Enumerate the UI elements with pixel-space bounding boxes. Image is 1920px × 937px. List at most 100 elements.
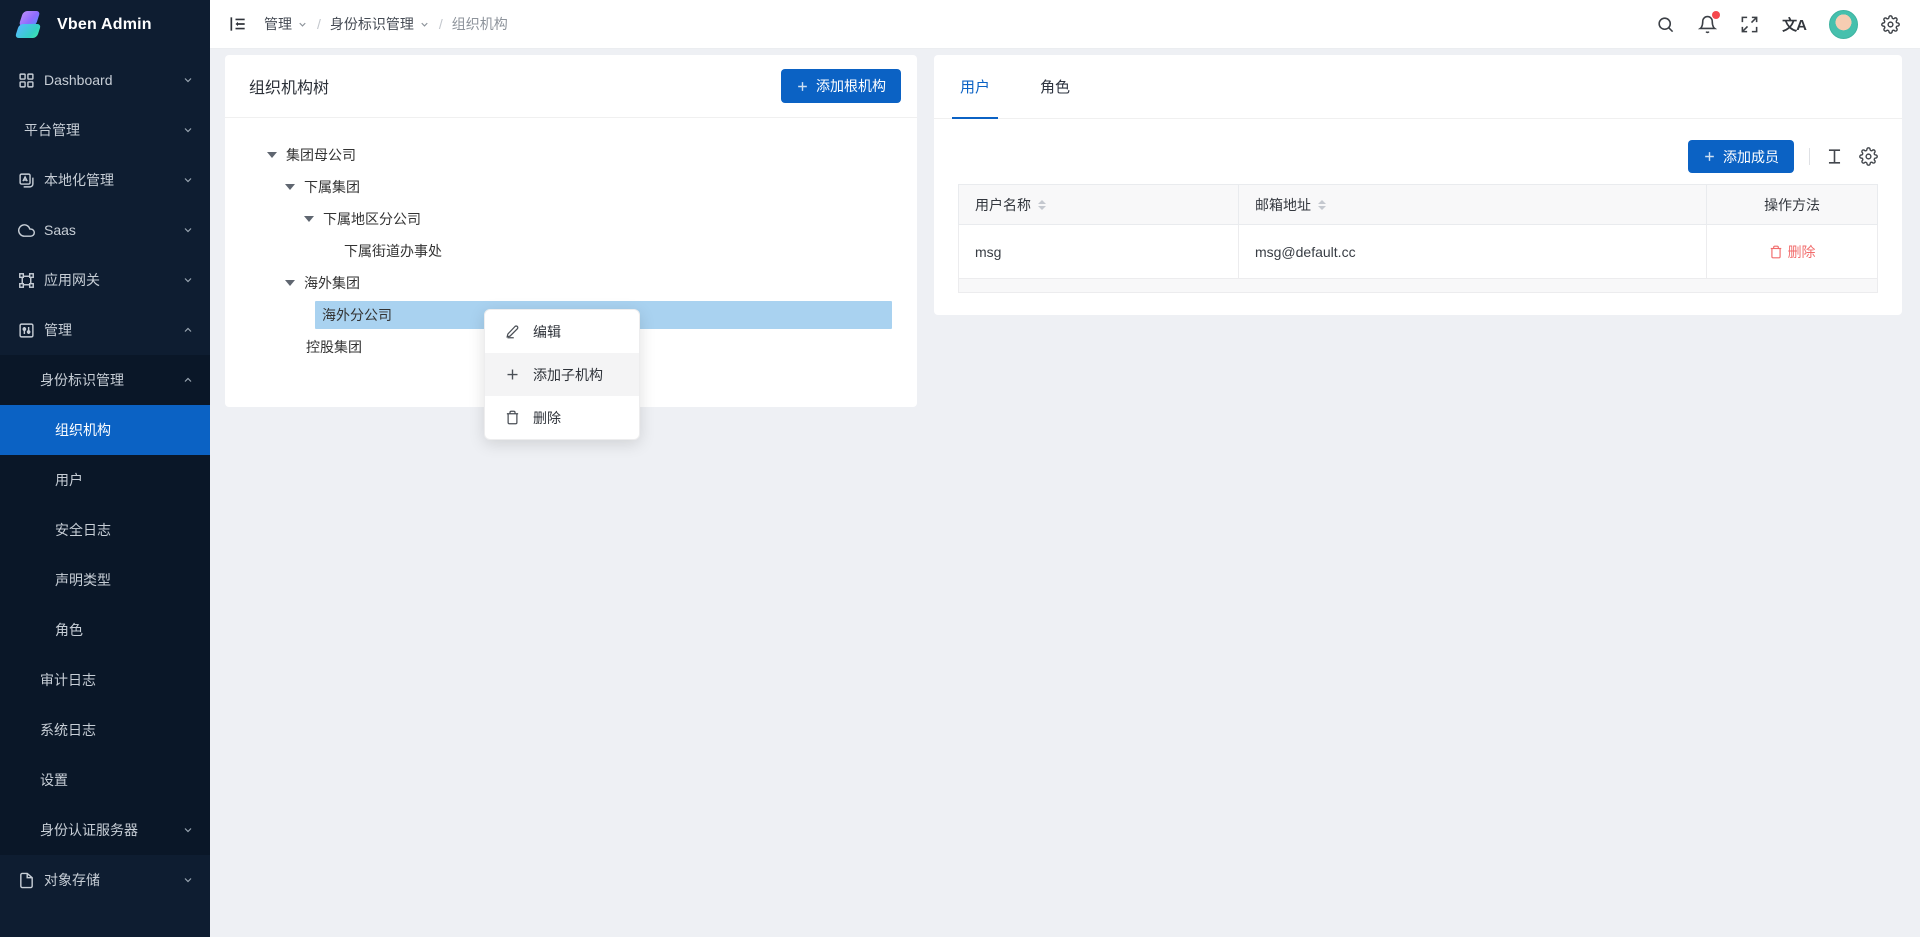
add-root-org-label: 添加根机构 <box>816 76 886 96</box>
chevron-down-icon <box>297 19 308 30</box>
locale-switch-icon[interactable]: 文A <box>1782 14 1806 35</box>
caret-down-icon[interactable] <box>267 152 277 158</box>
sidebar-item-dashboard[interactable]: Dashboard <box>0 55 210 105</box>
sidebar-item-security-log[interactable]: 安全日志 <box>0 505 210 555</box>
column-header-username[interactable]: 用户名称 <box>959 185 1239 224</box>
sidebar-collapse-icon[interactable] <box>228 14 248 34</box>
cloud-icon <box>18 222 35 239</box>
delete-member-label: 删除 <box>1788 242 1816 262</box>
chevron-down-icon <box>182 274 194 286</box>
tree-node-regional-branch[interactable]: 下属地区分公司 <box>225 203 917 235</box>
notification-dot <box>1712 11 1720 19</box>
sidebar-item-label: 审计日志 <box>40 670 96 690</box>
chevron-down-icon <box>182 224 194 236</box>
cell-actions: 删除 <box>1707 225 1877 278</box>
sidebar-item-app-gateway[interactable]: 应用网关 <box>0 255 210 305</box>
chevron-down-icon <box>182 174 194 186</box>
dashboard-grid-icon <box>18 72 35 89</box>
sidebar-item-claim-types[interactable]: 声明类型 <box>0 555 210 605</box>
chevron-down-icon <box>419 19 430 30</box>
chevron-down-icon <box>182 824 194 836</box>
top-header: 管理 / 身份标识管理 / 组织机构 文A <box>210 0 1920 49</box>
breadcrumb-label: 管理 <box>264 14 292 34</box>
sidebar-item-organization[interactable]: 组织机构 <box>0 405 210 455</box>
sidebar-item-label: 平台管理 <box>24 120 80 140</box>
chevron-down-icon <box>182 124 194 136</box>
tree-node-label: 下属集团 <box>304 177 360 197</box>
notification-button[interactable] <box>1698 15 1717 34</box>
tree-node-overseas-group[interactable]: 海外集团 <box>225 267 917 299</box>
breadcrumb-item-management[interactable]: 管理 <box>264 14 308 34</box>
tree-node-group-parent[interactable]: 集团母公司 <box>225 139 917 171</box>
pencil-icon <box>505 324 520 339</box>
tree-node-label: 下属街道办事处 <box>344 241 442 261</box>
delete-member-button[interactable]: 删除 <box>1769 242 1816 262</box>
sidebar-item-label: 安全日志 <box>55 520 111 540</box>
sidebar-item-settings[interactable]: 设置 <box>0 755 210 805</box>
trash-icon <box>505 410 520 425</box>
chevron-down-icon <box>182 74 194 86</box>
column-settings-gear-icon[interactable] <box>1859 147 1878 166</box>
sort-carets-icon[interactable] <box>1318 200 1326 210</box>
context-menu-add-child[interactable]: 添加子机构 <box>485 353 639 396</box>
sidebar-item-audit-log[interactable]: 审计日志 <box>0 655 210 705</box>
tree-node-sub-group[interactable]: 下属集团 <box>225 171 917 203</box>
column-header-actions: 操作方法 <box>1707 185 1877 224</box>
caret-down-icon[interactable] <box>285 184 295 190</box>
header-actions: 文A <box>1656 10 1906 39</box>
gateway-icon <box>18 272 35 289</box>
sidebar-item-label: Dashboard <box>44 72 113 88</box>
sidebar-item-label: 角色 <box>55 620 83 640</box>
sidebar-item-saas[interactable]: Saas <box>0 205 210 255</box>
tab-users[interactable]: 用户 <box>958 55 992 118</box>
sidebar-item-users[interactable]: 用户 <box>0 455 210 505</box>
sidebar-item-label: 用户 <box>55 470 83 490</box>
members-tabs: 用户 角色 <box>934 55 1902 119</box>
breadcrumb-separator: / <box>317 16 321 32</box>
breadcrumb-item-identity-mgmt[interactable]: 身份标识管理 <box>330 14 430 34</box>
column-header-label: 用户名称 <box>975 195 1031 215</box>
sidebar-item-label: 组织机构 <box>55 420 111 440</box>
gear-icon[interactable] <box>1881 15 1900 34</box>
members-panel: 用户 角色 添加成员 用户名称 邮箱地址 操作方法 msg msg <box>934 55 1902 315</box>
chevron-up-icon <box>182 324 194 336</box>
breadcrumb: 管理 / 身份标识管理 / 组织机构 <box>264 14 508 34</box>
context-menu-label: 删除 <box>533 408 561 428</box>
add-member-button[interactable]: 添加成员 <box>1688 140 1794 173</box>
plus-icon <box>796 80 809 93</box>
breadcrumb-label: 身份标识管理 <box>330 14 414 34</box>
fullscreen-icon[interactable] <box>1740 15 1759 34</box>
sort-carets-icon[interactable] <box>1038 200 1046 210</box>
caret-down-icon[interactable] <box>304 216 314 222</box>
sidebar-item-roles[interactable]: 角色 <box>0 605 210 655</box>
sidebar-item-label: 声明类型 <box>55 570 111 590</box>
caret-down-icon[interactable] <box>285 280 295 286</box>
context-menu-edit[interactable]: 编辑 <box>485 310 639 353</box>
row-height-icon[interactable] <box>1825 147 1844 166</box>
breadcrumb-label: 组织机构 <box>452 14 508 34</box>
sidebar-item-label: 本地化管理 <box>44 170 114 190</box>
tree-node-label: 海外分公司 <box>322 305 392 325</box>
context-menu-delete[interactable]: 删除 <box>485 396 639 439</box>
app-title: Vben Admin <box>57 16 152 34</box>
table-footer-strip <box>958 279 1878 293</box>
search-icon[interactable] <box>1656 15 1675 34</box>
sidebar-item-management[interactable]: 管理 <box>0 305 210 355</box>
sidebar-item-localization[interactable]: 本地化管理 <box>0 155 210 205</box>
tab-roles[interactable]: 角色 <box>1038 55 1072 118</box>
sidebar-item-label: 对象存储 <box>44 870 100 890</box>
table-row[interactable]: msg msg@default.cc 删除 <box>958 225 1878 279</box>
avatar[interactable] <box>1829 10 1858 39</box>
add-root-org-button[interactable]: 添加根机构 <box>781 69 901 103</box>
file-icon <box>18 872 35 889</box>
tree-node-street-office[interactable]: 下属街道办事处 <box>225 235 917 267</box>
sidebar-item-object-storage[interactable]: 对象存储 <box>0 855 210 905</box>
sidebar-item-system-log[interactable]: 系统日志 <box>0 705 210 755</box>
sidebar-item-label: Saas <box>44 222 76 238</box>
sidebar-item-platform-mgmt[interactable]: 平台管理 <box>0 105 210 155</box>
app-logo[interactable]: Vben Admin <box>0 0 210 49</box>
sidebar-item-label: 身份认证服务器 <box>40 820 138 840</box>
column-header-email[interactable]: 邮箱地址 <box>1239 185 1707 224</box>
sidebar-item-identity-server[interactable]: 身份认证服务器 <box>0 805 210 855</box>
sidebar-item-identity-mgmt[interactable]: 身份标识管理 <box>0 355 210 405</box>
